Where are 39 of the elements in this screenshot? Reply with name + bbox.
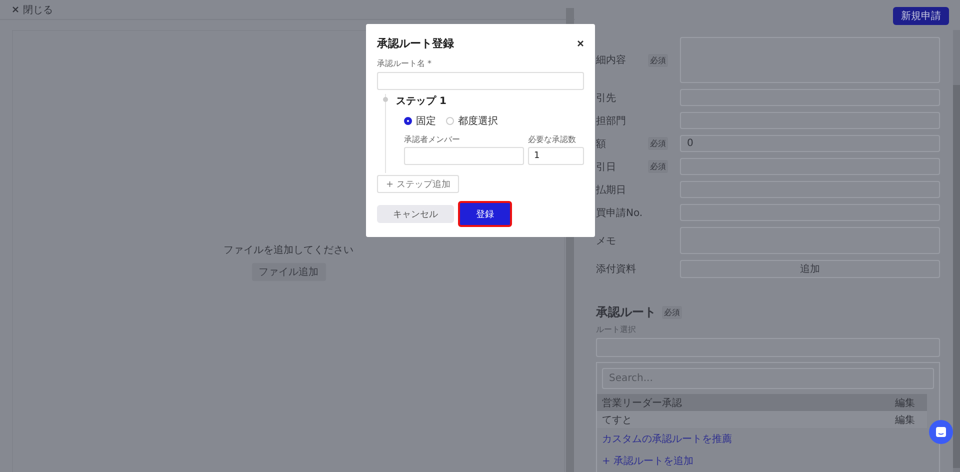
field-label: 担部門 (596, 114, 627, 128)
count-field[interactable]: 1 (528, 147, 584, 165)
route-name: 営業リーダー承認 (602, 396, 682, 410)
route-link[interactable]: + 承認ルートを追加 (597, 450, 699, 472)
step-title: ステップ 1 (396, 94, 448, 108)
radio-option[interactable]: 都度選択 (446, 114, 498, 128)
cancel-button[interactable]: キャンセル (377, 205, 454, 223)
field-label: メモ (596, 234, 617, 248)
required-badge: 必須 (662, 306, 682, 319)
route-name: てすと (602, 414, 632, 426)
required-badge: 必須 (648, 137, 668, 150)
radio-option[interactable]: 固定 (404, 114, 436, 128)
field-label: 払期日 (596, 184, 627, 196)
field-label: 必要な承認数 (528, 134, 577, 145)
route-link[interactable]: カスタムの承認ルートを推薦 (597, 428, 737, 450)
section-title: 承認ルート (596, 304, 656, 321)
field-label: 承認ルート名 * (377, 58, 433, 69)
empty-message: ファイルを追加してください (224, 244, 354, 257)
field-label: 添付資料 (596, 262, 637, 276)
input-field[interactable]: 0 (680, 135, 940, 152)
field-label: 額 (596, 138, 607, 150)
close-button[interactable]: 閉じる (12, 2, 53, 16)
field-label: 細内容 (596, 54, 627, 67)
field-label: 承認者メンバー (404, 134, 461, 145)
required-badge: 必須 (648, 160, 668, 173)
dialog-title: 承認ルート登録 (377, 36, 454, 51)
submit-button[interactable]: 登録 (458, 201, 512, 227)
field-label: 引先 (596, 92, 617, 104)
add-file-button[interactable]: ファイル追加 (252, 263, 326, 281)
route-option[interactable]: てすと 編集 (597, 411, 927, 428)
add-button[interactable]: 追加 (680, 260, 940, 278)
edit-link[interactable]: 編集 (895, 396, 915, 410)
new-request-button[interactable]: 新規申請 (893, 7, 949, 25)
route-option[interactable]: 営業リーダー承認 編集 (597, 394, 927, 411)
required-badge: 必須 (648, 54, 668, 66)
add-step-button[interactable]: + ステップ追加 (377, 175, 460, 193)
field-label: 引日 (596, 160, 617, 174)
field-label: 買申請No. (596, 206, 644, 220)
edit-link[interactable]: 編集 (895, 412, 915, 426)
